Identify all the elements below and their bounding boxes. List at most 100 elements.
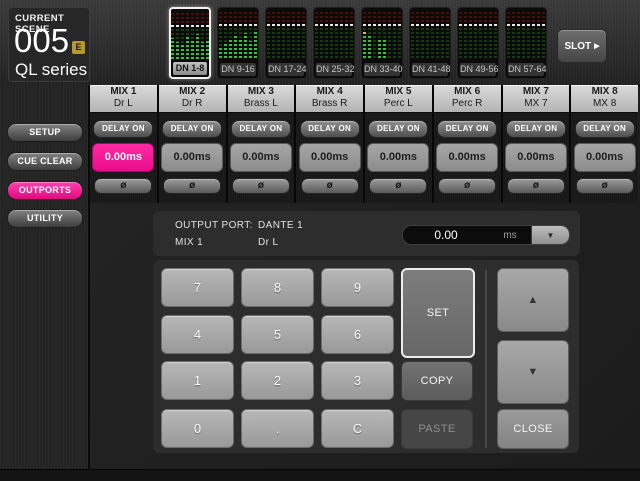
channel-strip: MIX 5 Perc L DELAY ON 0.00ms ø	[365, 85, 432, 203]
channel-label: Perc L	[383, 98, 413, 109]
delay-on-button[interactable]: DELAY ON	[368, 120, 429, 138]
delay-value-box[interactable]: 0.00ms	[436, 143, 499, 172]
delay-on-button[interactable]: DELAY ON	[230, 120, 291, 138]
phase-button[interactable]: ø	[369, 178, 428, 194]
meter-block[interactable]: DN 25-32	[313, 7, 355, 79]
increment-button[interactable]: ▲	[497, 268, 569, 332]
meter-bar	[249, 12, 252, 60]
channel-name: MIX 2	[179, 86, 206, 97]
close-button[interactable]: CLOSE	[497, 409, 569, 449]
delay-value-box[interactable]: 0.00ms	[298, 143, 361, 172]
keypad-key-9[interactable]: 9	[321, 268, 394, 307]
delay-value-box[interactable]: 0.00ms	[161, 143, 224, 172]
meter-bar	[416, 12, 419, 60]
arrow-up-icon: ▲	[527, 294, 539, 306]
delay-on-button[interactable]: DELAY ON	[299, 120, 360, 138]
meter-bar	[292, 12, 295, 60]
meter-bar	[393, 12, 396, 60]
meter-bars	[506, 12, 546, 60]
meter-bar	[398, 12, 401, 60]
phase-button[interactable]: ø	[94, 178, 153, 194]
channel-name: MIX 3	[247, 86, 274, 97]
meter-bar	[340, 12, 343, 60]
meter-bar	[302, 12, 305, 60]
delay-on-button[interactable]: DELAY ON	[574, 120, 635, 138]
meter-bar	[436, 12, 439, 60]
delay-on-button[interactable]: DELAY ON	[162, 120, 223, 138]
delay-on-button[interactable]: DELAY ON	[437, 120, 498, 138]
keypad-key-6[interactable]: 6	[321, 315, 394, 354]
meter-bar	[272, 12, 275, 60]
meter-bar	[186, 13, 189, 61]
meter-block[interactable]: DN 57-64	[505, 7, 547, 79]
channel-strip: MIX 6 Perc R DELAY ON 0.00ms ø	[433, 85, 501, 203]
channel-label: Brass L	[243, 98, 278, 109]
scene-number: 005	[14, 22, 70, 59]
meter-bar	[383, 12, 386, 60]
sidebar-button-setup[interactable]: SETUP	[7, 123, 83, 142]
meter-bar	[484, 12, 487, 60]
delay-value-control: 0.00 ms ▼	[402, 225, 570, 245]
phase-button[interactable]: ø	[163, 178, 222, 194]
phase-button[interactable]: ø	[575, 178, 634, 194]
meter-block[interactable]: DN 33-40	[361, 7, 403, 79]
delay-value-box[interactable]: 0.00ms	[504, 143, 567, 172]
meter-bar	[287, 12, 290, 60]
channel-strip: MIX 7 MX 7 DELAY ON 0.00ms ø	[502, 85, 570, 203]
keypad-key-C[interactable]: C	[321, 409, 394, 448]
phase-button[interactable]: ø	[438, 178, 497, 194]
current-scene-box[interactable]: CURRENT SCENE 005 E QL series	[8, 7, 90, 82]
meter-bar	[474, 12, 477, 60]
meter-block[interactable]: DN 49-56	[457, 7, 499, 79]
delay-value-box[interactable]: 0.00ms	[229, 143, 292, 172]
set-button[interactable]: SET	[401, 268, 475, 358]
channel-header: MIX 1 Dr L	[90, 85, 157, 113]
sidebar-button-utility[interactable]: UTILITY	[7, 209, 83, 228]
delay-value-field[interactable]: 0.00 ms	[403, 226, 531, 244]
keypad-key-5[interactable]: 5	[241, 315, 314, 354]
meter-block[interactable]: DN 41-48	[409, 7, 451, 79]
copy-button[interactable]: COPY	[401, 361, 473, 401]
phase-button[interactable]: ø	[231, 178, 290, 194]
meter-blocks: DN 1-8 DN 9-16 DN 17-24 DN 25-32 DN 33-4…	[169, 7, 547, 79]
delay-unit-dropdown[interactable]: ▼	[531, 226, 569, 244]
meter-bar	[219, 12, 222, 60]
chevron-right-icon: ▶	[594, 42, 600, 50]
channel-strip: MIX 2 Dr R DELAY ON 0.00ms ø	[158, 85, 226, 203]
meter-bar	[479, 12, 482, 60]
delay-value-box[interactable]: 0.00ms	[367, 143, 430, 172]
decrement-button[interactable]: ▼	[497, 340, 569, 404]
delay-value-box[interactable]: 0.00ms	[92, 143, 155, 172]
meter-bars	[171, 13, 209, 61]
sidebar-button-cue-clear[interactable]: CUE CLEAR	[7, 152, 83, 171]
keypad-key-0[interactable]: 0	[161, 409, 234, 448]
keypad-key-1[interactable]: 1	[161, 361, 234, 400]
delay-value-box[interactable]: 0.00ms	[573, 143, 636, 172]
meter-bar	[431, 12, 434, 60]
channel-name: MIX 5	[385, 86, 412, 97]
phase-button[interactable]: ø	[300, 178, 359, 194]
keypad-key-7[interactable]: 7	[161, 268, 234, 307]
meter-bar	[421, 12, 424, 60]
paste-button[interactable]: PASTE	[401, 409, 473, 449]
phase-button[interactable]: ø	[506, 178, 565, 194]
delay-on-button[interactable]: DELAY ON	[93, 120, 154, 138]
meter-bar	[459, 12, 462, 60]
delay-on-button[interactable]: DELAY ON	[505, 120, 566, 138]
keypad-key-3[interactable]: 3	[321, 361, 394, 400]
keypad-key-8[interactable]: 8	[241, 268, 314, 307]
channel-label: Perc R	[451, 98, 483, 109]
meter-block[interactable]: DN 9-16	[217, 7, 259, 79]
sidebar-button-outports[interactable]: OUTPORTS	[7, 181, 83, 200]
slot-button[interactable]: SLOT ▶	[557, 29, 607, 63]
keypad-key-2[interactable]: 2	[241, 361, 314, 400]
keypad-key-4[interactable]: 4	[161, 315, 234, 354]
meter-block[interactable]: DN 17-24	[265, 7, 307, 79]
keypad-divider	[485, 270, 487, 448]
meter-bar	[267, 12, 270, 60]
meter-block[interactable]: DN 1-8	[169, 7, 211, 79]
scene-edited-badge: E	[72, 41, 85, 54]
meter-bars	[458, 12, 498, 60]
app-window: CURRENT SCENE 005 E QL series DN 1-8 DN …	[0, 0, 640, 481]
keypad-key-.[interactable]: .	[241, 409, 314, 448]
